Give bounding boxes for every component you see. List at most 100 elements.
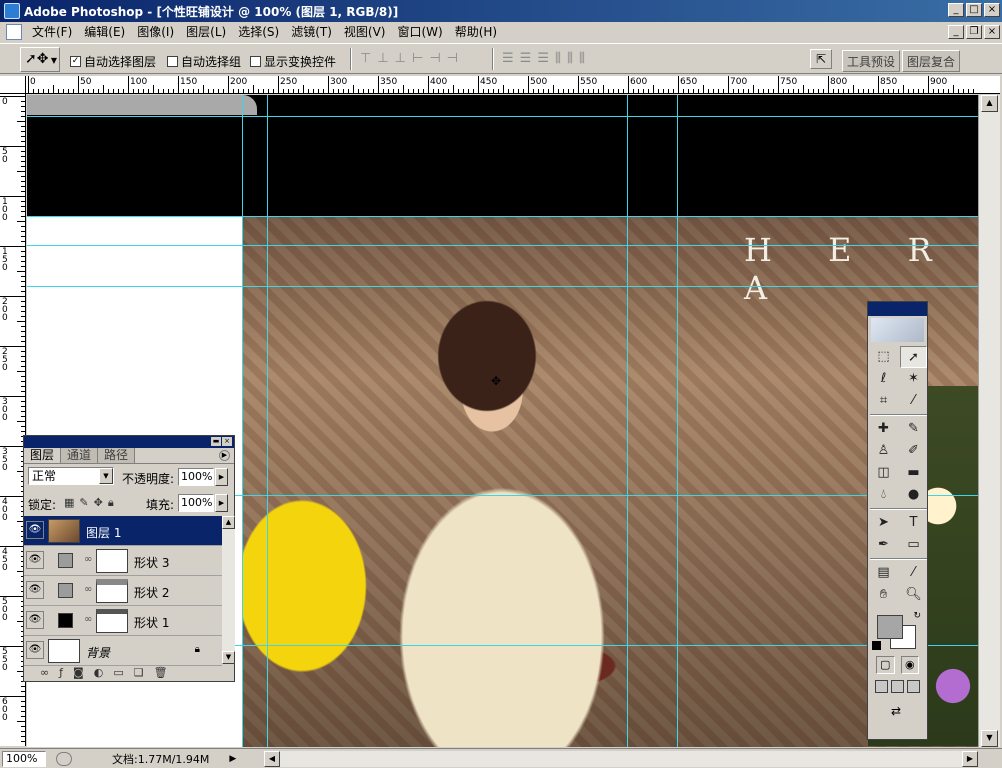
eye-icon[interactable]: 👁︎ — [26, 641, 44, 659]
distribute-right-icon[interactable]: ⫼ — [579, 51, 585, 66]
layers-panel-titlebar[interactable]: ▬ × — [24, 436, 234, 448]
foreground-color-swatch[interactable] — [877, 615, 903, 639]
menu-edit[interactable]: 编辑(E) — [78, 22, 131, 42]
marquee-tool-icon[interactable]: ⬚ — [870, 346, 897, 368]
fill-input[interactable]: 100% — [178, 494, 214, 512]
slice-tool-icon[interactable]: ⁄ — [900, 390, 927, 412]
menu-filter[interactable]: 滤镜(T) — [285, 22, 338, 42]
guide-vertical[interactable] — [677, 95, 678, 747]
scroll-right-icon[interactable]: ▶ — [962, 751, 978, 767]
zoom-tool-icon[interactable]: 🔍︎ — [900, 584, 927, 606]
toolbox-titlebar[interactable] — [868, 302, 927, 316]
menu-window[interactable]: 窗口(W) — [391, 22, 448, 42]
close-button[interactable]: × — [984, 3, 1000, 17]
canvas-horizontal-scrollbar[interactable]: ◀ ▶ — [264, 751, 978, 767]
layers-scrollbar[interactable]: ▲ ▼ — [222, 516, 235, 664]
auto-select-layer-checkbox[interactable]: ✓ 自动选择图层 — [70, 53, 156, 70]
maximize-button[interactable]: □ — [966, 3, 982, 17]
document-icon[interactable] — [6, 24, 22, 40]
layer-row-1[interactable]: 👁︎ 图层 1 — [24, 516, 222, 546]
move-tool-icon[interactable]: ➚ — [900, 346, 927, 368]
align-top-icon[interactable]: ⊤ — [360, 51, 371, 66]
doc-minimize-button[interactable]: _ — [948, 25, 964, 39]
menu-file[interactable]: 文件(F) — [26, 22, 78, 42]
canvas-vertical-scrollbar[interactable]: ▲ ▼ — [978, 95, 1000, 747]
quick-mask-mode-icon[interactable]: ◉ — [900, 656, 919, 674]
lasso-tool-icon[interactable]: ℓ — [870, 368, 897, 390]
eyedropper-tool-icon[interactable]: ⁄ — [900, 562, 927, 584]
pen-tool-icon[interactable]: ✒ — [870, 534, 897, 556]
guide-vertical[interactable] — [627, 95, 628, 747]
zoom-input[interactable]: 100% — [2, 750, 46, 767]
guide-vertical[interactable] — [242, 95, 243, 747]
eye-icon[interactable]: 👁︎ — [26, 581, 44, 599]
status-menu-arrow-icon[interactable]: ▶ — [229, 754, 236, 764]
menu-help[interactable]: 帮助(H) — [449, 22, 503, 42]
scroll-up-icon[interactable]: ▲ — [981, 95, 998, 112]
type-tool-icon[interactable]: T — [900, 512, 927, 534]
layer-row-shape3[interactable]: 👁︎ ∞ 形状 3 — [24, 546, 222, 576]
notes-tool-icon[interactable]: ▤ — [870, 562, 897, 584]
full-screen-icon[interactable] — [907, 680, 920, 693]
brush-tool-icon[interactable]: ✎ — [900, 418, 927, 440]
lock-transparency-icon[interactable]: ▦ — [64, 496, 74, 510]
guide-horizontal[interactable] — [27, 245, 978, 246]
scroll-left-icon[interactable]: ◀ — [264, 751, 280, 767]
eye-icon[interactable]: 👁︎ — [26, 611, 44, 629]
lock-pixels-icon[interactable]: ✎ — [79, 496, 88, 510]
link-layers-icon[interactable]: ∞ — [40, 666, 49, 679]
clone-stamp-tool-icon[interactable]: ♙ — [870, 440, 897, 462]
guide-horizontal[interactable] — [27, 216, 978, 217]
fill-slider-arrow-icon[interactable]: ▶ — [215, 494, 228, 512]
show-transform-checkbox[interactable]: 显示变换控件 — [250, 53, 336, 70]
distribute-left-icon[interactable]: ⫼ — [555, 51, 561, 66]
layer-row-shape1[interactable]: 👁︎ ∞ 形状 1 — [24, 606, 222, 636]
magic-wand-tool-icon[interactable]: ✶ — [900, 368, 927, 390]
opacity-input[interactable]: 100% — [178, 468, 214, 486]
panel-close-icon[interactable]: × — [222, 437, 232, 446]
tab-layers[interactable]: 图层 — [24, 448, 62, 463]
delete-layer-icon[interactable]: 🗑︎ — [154, 666, 168, 679]
menu-select[interactable]: 选择(S) — [232, 22, 285, 42]
tab-layer-comps[interactable]: 图层复合 — [902, 50, 961, 72]
horizontal-ruler[interactable]: 0 50 100 150 200 250 300 350 400 450 500 550 600 650 7… — [26, 76, 1000, 94]
eraser-tool-icon[interactable]: ◫ — [870, 462, 897, 484]
go-to-imageready-button[interactable]: ⇱ — [810, 49, 832, 69]
crop-tool-icon[interactable]: ⌗ — [870, 390, 897, 412]
new-layer-icon[interactable]: ❏ — [134, 666, 144, 679]
opacity-slider-arrow-icon[interactable]: ▶ — [215, 468, 228, 486]
doc-restore-button[interactable]: ❐ — [966, 25, 982, 39]
eye-icon[interactable]: 👁︎ — [26, 551, 44, 569]
blur-tool-icon[interactable]: 💧︎ — [870, 484, 897, 506]
align-right-icon[interactable]: ⊣ — [447, 51, 458, 66]
shape-tool-icon[interactable]: ▭ — [900, 534, 927, 556]
lock-all-icon[interactable]: 🔒︎ — [108, 496, 114, 510]
standard-screen-icon[interactable] — [875, 680, 888, 693]
align-bottom-icon[interactable]: ⊥ — [395, 51, 406, 66]
healing-brush-tool-icon[interactable]: ✚ — [870, 418, 897, 440]
eye-icon[interactable]: 👁︎ — [26, 521, 44, 539]
blend-mode-select[interactable]: 正常 ▼ — [28, 467, 114, 485]
ruler-origin[interactable] — [0, 76, 26, 94]
lock-position-icon[interactable]: ✥ — [94, 496, 103, 510]
layer-style-icon[interactable]: ƒ — [59, 666, 63, 679]
tab-tool-presets[interactable]: 工具预设 — [842, 50, 901, 72]
tab-channels[interactable]: 通道 — [61, 448, 99, 463]
menu-layer[interactable]: 图层(L) — [180, 22, 232, 42]
panel-menu-icon[interactable]: ▶ — [219, 450, 230, 461]
scroll-down-icon[interactable]: ▼ — [222, 651, 235, 664]
layer-row-shape2[interactable]: 👁︎ ∞ 形状 2 — [24, 576, 222, 606]
distribute-top-icon[interactable]: ☰ — [502, 51, 514, 66]
path-selection-tool-icon[interactable]: ➤ — [870, 512, 897, 534]
scroll-up-icon[interactable]: ▲ — [222, 516, 235, 529]
photoshop-app-icon[interactable] — [4, 3, 20, 19]
standard-mode-icon[interactable]: ▢ — [876, 656, 895, 674]
feather-logo[interactable] — [871, 318, 924, 342]
layer-row-background[interactable]: 👁︎ 背景 🔒︎ — [24, 636, 222, 666]
swap-colors-icon[interactable]: ↻ — [913, 611, 921, 621]
tool-preset-picker[interactable]: ➚✥ ▼ — [20, 47, 60, 72]
menu-view[interactable]: 视图(V) — [338, 22, 392, 42]
guide-horizontal[interactable] — [27, 116, 978, 117]
hand-tool-icon[interactable]: ✋︎ — [870, 584, 897, 606]
add-mask-icon[interactable]: ◙ — [73, 666, 84, 679]
